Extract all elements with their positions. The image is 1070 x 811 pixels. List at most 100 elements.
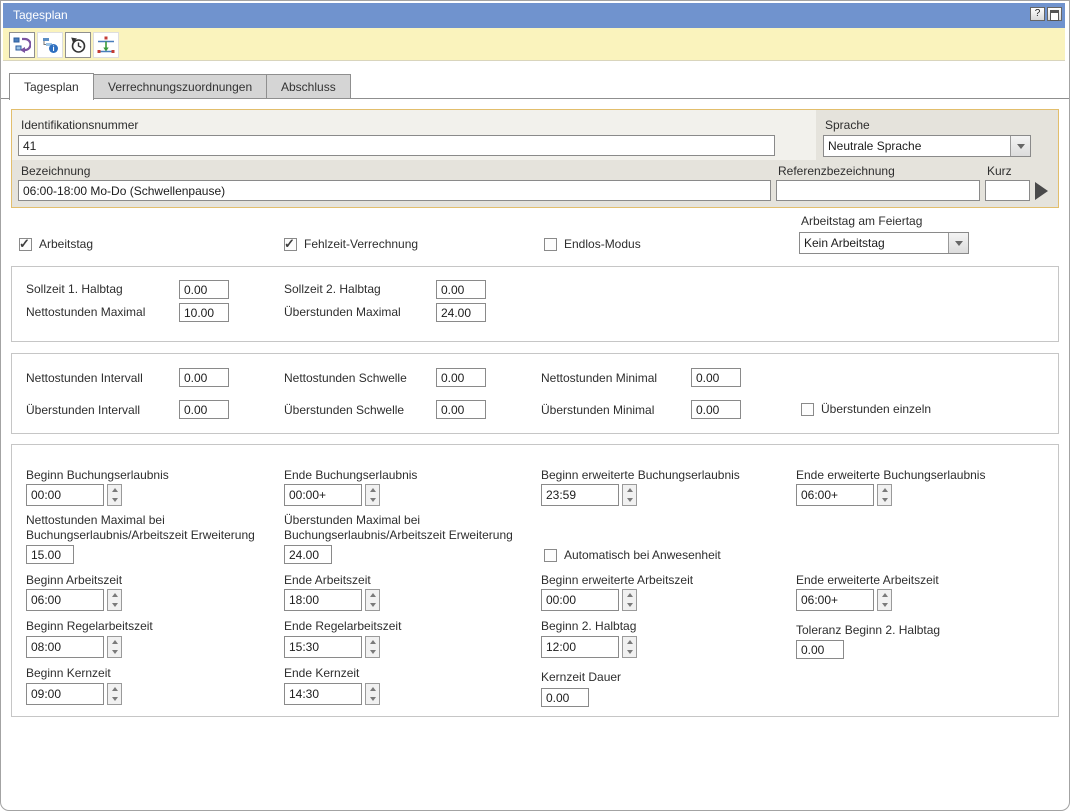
spinner-up-icon[interactable] xyxy=(108,485,121,495)
netto-max-input[interactable] xyxy=(179,303,229,322)
netto-min-input[interactable] xyxy=(691,368,741,387)
help-button[interactable]: ? xyxy=(1030,7,1045,21)
plan-info-button[interactable]: i xyxy=(37,32,63,58)
netto-intervall-input[interactable] xyxy=(179,368,229,387)
ueber-intervall-input[interactable] xyxy=(179,400,229,419)
spinner-up-icon[interactable] xyxy=(108,590,121,600)
holiday-dropdown-button[interactable] xyxy=(948,233,968,253)
holiday-select[interactable]: Kein Arbeitstag xyxy=(799,232,969,254)
history-button[interactable] xyxy=(65,32,91,58)
ende-buchung-input[interactable] xyxy=(284,484,362,506)
ende-erw-buchung-input[interactable] xyxy=(796,484,874,506)
ueber-schwelle-input[interactable] xyxy=(436,400,486,419)
spinner-down-icon[interactable] xyxy=(108,647,121,657)
beginn-regelarbeitszeit-input[interactable] xyxy=(26,636,104,658)
spinner-down-icon[interactable] xyxy=(366,600,379,610)
ende-erw-arbeitszeit-input[interactable] xyxy=(796,589,874,611)
plan-info-icon: i xyxy=(41,36,59,54)
tab-abschluss[interactable]: Abschluss xyxy=(266,74,351,99)
window-restore-button[interactable] xyxy=(1047,7,1062,21)
spinner-up-icon[interactable] xyxy=(623,637,636,647)
auto-anwesenheit-checkbox[interactable]: Automatisch bei Anwesenheit xyxy=(544,548,721,562)
spinner-down-icon[interactable] xyxy=(623,647,636,657)
beginn-kernzeit-spinner[interactable] xyxy=(107,683,122,705)
ende-kernzeit-spinner[interactable] xyxy=(365,683,380,705)
endlos-checkbox[interactable]: Endlos-Modus xyxy=(544,237,641,251)
ende-erw-buchung-spinner[interactable] xyxy=(877,484,892,506)
spinner-up-icon[interactable] xyxy=(366,637,379,647)
plan-copy-icon xyxy=(13,36,31,54)
tab-tagesplan[interactable]: Tagesplan xyxy=(9,73,94,100)
arbeitstag-checkbox[interactable]: Arbeitstag xyxy=(19,237,93,251)
beginn-buchung-spinner[interactable] xyxy=(107,484,122,506)
spinner-down-icon[interactable] xyxy=(623,600,636,610)
spinner-down-icon[interactable] xyxy=(366,495,379,505)
netto-min-label: Nettostunden Minimal xyxy=(541,371,657,385)
id-input[interactable] xyxy=(18,135,775,156)
beginn-erw-arbeitszeit-spinner[interactable] xyxy=(622,589,637,611)
beginn-halbtag2-input[interactable] xyxy=(541,636,619,658)
fehlzeit-checkbox[interactable]: Fehlzeit-Verrechnung xyxy=(284,237,418,251)
ende-regelarbeitszeit-input[interactable] xyxy=(284,636,362,658)
beginn-erw-buchung-input[interactable] xyxy=(541,484,619,506)
beginn-erw-buchung-label: Beginn erweiterte Buchungserlaubnis xyxy=(541,468,740,482)
spinner-up-icon[interactable] xyxy=(366,590,379,600)
ueber-max-erw-input[interactable] xyxy=(284,545,332,564)
ueber-max-input[interactable] xyxy=(436,303,486,322)
sollzeit1-input[interactable] xyxy=(179,280,229,299)
netto-max-erw-input[interactable] xyxy=(26,545,74,564)
ueber-einzeln-checkbox[interactable]: Überstunden einzeln xyxy=(801,402,931,416)
beginn-arbeitszeit-label: Beginn Arbeitszeit xyxy=(26,573,122,587)
beginn-regelarbeitszeit-field xyxy=(26,636,122,658)
spinner-up-icon[interactable] xyxy=(878,590,891,600)
kernzeit-dauer-input[interactable] xyxy=(541,688,589,707)
ueber-min-input[interactable] xyxy=(691,400,741,419)
short-input[interactable] xyxy=(985,180,1030,201)
ende-arbeitszeit-spinner[interactable] xyxy=(365,589,380,611)
beginn-regelarbeitszeit-spinner[interactable] xyxy=(107,636,122,658)
sollzeit2-input[interactable] xyxy=(436,280,486,299)
reference-input[interactable] xyxy=(776,180,980,201)
tab-verrechnungszuordnungen[interactable]: Verrechnungszuordnungen xyxy=(93,74,267,99)
spinner-down-icon[interactable] xyxy=(108,600,121,610)
ende-kernzeit-input[interactable] xyxy=(284,683,362,705)
titlebar: Tagesplan xyxy=(3,3,1065,28)
ende-arbeitszeit-input[interactable] xyxy=(284,589,362,611)
interval-button[interactable] xyxy=(93,32,119,58)
netto-max-label: Nettostunden Maximal xyxy=(26,305,145,319)
spinner-up-icon[interactable] xyxy=(108,684,121,694)
ende-regelarbeitszeit-field xyxy=(284,636,380,658)
spinner-up-icon[interactable] xyxy=(878,485,891,495)
beginn-halbtag2-spinner[interactable] xyxy=(622,636,637,658)
beginn-arbeitszeit-spinner[interactable] xyxy=(107,589,122,611)
spinner-down-icon[interactable] xyxy=(878,495,891,505)
ende-regelarbeitszeit-spinner[interactable] xyxy=(365,636,380,658)
spinner-down-icon[interactable] xyxy=(366,647,379,657)
spinner-up-icon[interactable] xyxy=(366,485,379,495)
spinner-up-icon[interactable] xyxy=(108,637,121,647)
language-value: Neutrale Sprache xyxy=(824,139,1010,153)
ende-erw-arbeitszeit-spinner[interactable] xyxy=(877,589,892,611)
spinner-up-icon[interactable] xyxy=(623,590,636,600)
spinner-down-icon[interactable] xyxy=(108,495,121,505)
expand-arrow-icon[interactable] xyxy=(1035,182,1048,200)
ende-buchung-spinner[interactable] xyxy=(365,484,380,506)
spinner-down-icon[interactable] xyxy=(108,694,121,704)
beginn-erw-arbeitszeit-input[interactable] xyxy=(541,589,619,611)
beginn-kernzeit-input[interactable] xyxy=(26,683,104,705)
language-select[interactable]: Neutrale Sprache xyxy=(823,135,1031,157)
name-input[interactable] xyxy=(18,180,771,201)
spinner-down-icon[interactable] xyxy=(623,495,636,505)
spinner-up-icon[interactable] xyxy=(623,485,636,495)
spinner-down-icon[interactable] xyxy=(366,694,379,704)
toleranz-halbtag2-input[interactable] xyxy=(796,640,844,659)
netto-schwelle-input[interactable] xyxy=(436,368,486,387)
language-dropdown-button[interactable] xyxy=(1010,136,1030,156)
beginn-arbeitszeit-input[interactable] xyxy=(26,589,104,611)
spinner-down-icon[interactable] xyxy=(878,600,891,610)
plan-copy-button[interactable] xyxy=(9,32,35,58)
beginn-buchung-field xyxy=(26,484,122,506)
spinner-up-icon[interactable] xyxy=(366,684,379,694)
beginn-buchung-input[interactable] xyxy=(26,484,104,506)
beginn-erw-buchung-spinner[interactable] xyxy=(622,484,637,506)
